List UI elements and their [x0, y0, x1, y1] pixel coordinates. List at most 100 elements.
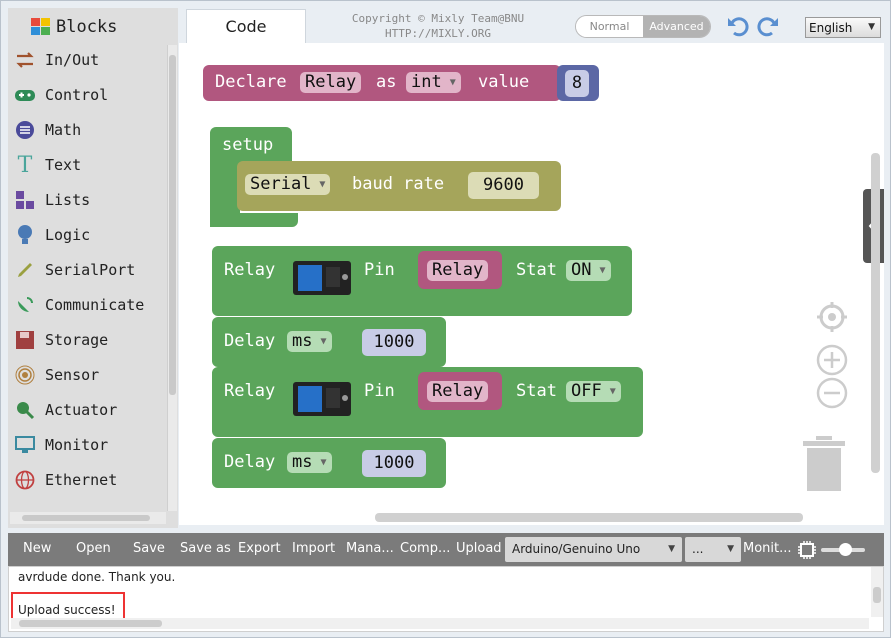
mode-toggle[interactable]: Normal Advanced: [575, 15, 711, 38]
block-workspace[interactable]: Declare Relay as int ▼ value 8 setup Seri…: [179, 43, 884, 525]
workspace-horizontal-scrollbar[interactable]: [375, 513, 803, 522]
serial-baud-block[interactable]: Serial ▼ baud rate 9600: [237, 161, 561, 211]
zoom-out-icon[interactable]: [816, 377, 848, 409]
category-ethernet[interactable]: Ethernet: [8, 465, 166, 495]
declare-type-value: int: [411, 72, 442, 92]
trash-icon[interactable]: [801, 435, 847, 493]
new-button[interactable]: New: [23, 541, 51, 556]
compile-button[interactable]: Comp...: [400, 541, 450, 556]
category-label: Actuator: [45, 401, 118, 419]
number-block[interactable]: 8: [557, 65, 599, 101]
relay-module-icon: [293, 261, 351, 295]
zoom-slider[interactable]: [821, 543, 865, 556]
sidebar-horizontal-scrollbar[interactable]: [10, 512, 166, 524]
category-label: Lists: [45, 191, 91, 209]
category-sensor[interactable]: Sensor: [8, 360, 166, 390]
relay-stat-dropdown[interactable]: OFF ▼: [566, 381, 621, 402]
chevron-down-icon: ▼: [668, 544, 675, 554]
category-control[interactable]: Control: [8, 80, 166, 110]
category-math[interactable]: Math: [8, 115, 166, 145]
category-actuator[interactable]: Actuator: [8, 395, 166, 425]
delay-unit-dropdown[interactable]: ms ▼: [287, 452, 332, 473]
relay-pin-variable-field[interactable]: Relay: [427, 381, 489, 402]
chevron-down-icon: ▼: [609, 386, 616, 397]
category-serialport[interactable]: SerialPort: [8, 255, 166, 285]
sidebar-vertical-scrollbar[interactable]: [167, 45, 177, 511]
redo-icon[interactable]: [757, 15, 779, 37]
setup-label: setup: [222, 135, 274, 155]
chevron-down-icon: ▼: [449, 77, 456, 88]
relay-block[interactable]: Relay Pin Relay Stat OFF ▼: [212, 367, 643, 437]
relay-pin-variable-block[interactable]: Relay: [418, 251, 502, 289]
declare-variable-field[interactable]: Relay: [300, 72, 362, 93]
category-text[interactable]: T Text: [8, 150, 166, 180]
save-as-button[interactable]: Save as: [180, 541, 231, 556]
relay-stat-value: OFF: [571, 381, 602, 401]
mode-normal-button[interactable]: Normal: [576, 16, 643, 37]
category-label: Monitor: [45, 436, 109, 454]
tab-code[interactable]: Code: [186, 9, 306, 43]
declare-label: Declare: [215, 72, 287, 92]
delay-value-field[interactable]: 1000: [362, 329, 426, 356]
chevron-down-icon: ▼: [320, 336, 327, 347]
gamepad-icon: [14, 84, 36, 106]
board-select[interactable]: Arduino/Genuino Uno ▼: [505, 537, 682, 562]
delay-block[interactable]: Delay ms ▼ 1000: [212, 317, 446, 367]
blocks-title: Blocks: [56, 17, 118, 37]
import-button[interactable]: Import: [292, 541, 335, 556]
relay-pin-variable-block[interactable]: Relay: [418, 372, 502, 410]
declare-type-dropdown[interactable]: int ▼: [406, 72, 461, 93]
category-label: Logic: [45, 226, 91, 244]
delay-value-field[interactable]: 1000: [362, 450, 426, 477]
relay-stat-value: ON: [571, 260, 592, 280]
category-monitor[interactable]: Monitor: [8, 430, 166, 460]
recenter-icon[interactable]: [816, 301, 848, 333]
relay-block[interactable]: Relay Pin Relay Stat ON ▼: [212, 246, 632, 316]
console-horizontal-scrollbar[interactable]: [11, 618, 869, 629]
category-label: In/Out: [45, 51, 100, 69]
zoom-slider-handle[interactable]: [839, 543, 852, 556]
category-label: Control: [45, 86, 109, 104]
actuator-icon: [14, 399, 36, 421]
serial-value: Serial: [250, 174, 312, 194]
declare-block[interactable]: Declare Relay as int ▼ value: [203, 65, 561, 101]
category-logic[interactable]: Logic: [8, 220, 166, 250]
delay-label: Delay: [224, 331, 276, 351]
mode-advanced-button[interactable]: Advanced: [643, 16, 710, 37]
pen-icon: [14, 259, 36, 281]
number-value-field[interactable]: 8: [565, 70, 589, 97]
manage-button[interactable]: Mana...: [346, 541, 394, 556]
relay-stat-dropdown[interactable]: ON ▼: [566, 260, 611, 281]
upload-button[interactable]: Upload: [456, 541, 502, 556]
delay-unit-dropdown[interactable]: ms ▼: [287, 331, 332, 352]
serial-monitor-button[interactable]: Monit...: [743, 541, 792, 556]
zoom-in-icon[interactable]: [816, 344, 848, 376]
workspace-vertical-scrollbar[interactable]: [871, 153, 880, 473]
console-vertical-scrollbar[interactable]: [871, 567, 883, 617]
port-value: ...: [692, 542, 704, 556]
sensor-icon: [14, 364, 36, 386]
chevron-down-icon: ▼: [599, 265, 606, 276]
save-button[interactable]: Save: [133, 541, 165, 556]
undo-icon[interactable]: [727, 15, 749, 37]
chip-icon[interactable]: [797, 540, 817, 560]
category-storage[interactable]: Storage: [8, 325, 166, 355]
math-icon: [14, 119, 36, 141]
baud-rate-field[interactable]: 9600: [468, 172, 539, 199]
category-inout[interactable]: In/Out: [8, 45, 166, 75]
category-label: Math: [45, 121, 82, 139]
relay-pin-variable-field[interactable]: Relay: [427, 260, 489, 281]
globe-icon: [14, 469, 36, 491]
blocks-sidebar: Blocks In/Out Control Math T Text Lists: [8, 8, 178, 528]
serial-dropdown[interactable]: Serial ▼: [245, 174, 331, 195]
port-select[interactable]: ... ▼: [685, 537, 741, 562]
export-button[interactable]: Export: [238, 541, 281, 556]
copyright-notice: Copyright © Mixly Team@BNU HTTP://MIXLY.…: [323, 11, 553, 41]
delay-block[interactable]: Delay ms ▼ 1000: [212, 438, 446, 488]
output-console: avrdude done. Thank you. Upload success!: [8, 566, 884, 632]
blocks-header: Blocks: [30, 16, 117, 38]
open-button[interactable]: Open: [76, 541, 111, 556]
category-communicate[interactable]: Communicate: [8, 290, 166, 320]
category-lists[interactable]: Lists: [8, 185, 166, 215]
language-select[interactable]: English ▼: [805, 17, 881, 38]
